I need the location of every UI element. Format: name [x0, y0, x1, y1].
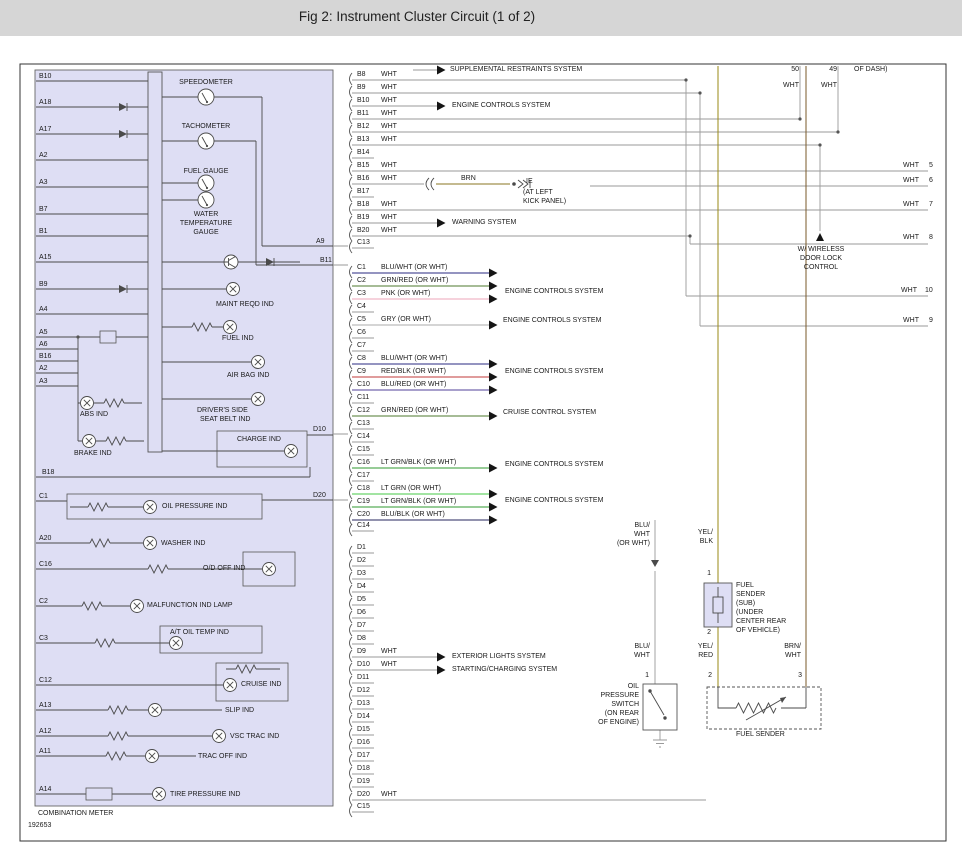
- fuel-gauge-icon: [198, 175, 214, 191]
- transistor-icon: [224, 255, 238, 269]
- fuel-sender-sub: [704, 583, 732, 627]
- wiring-diagram: [0, 0, 962, 848]
- water-temp-gauge-icon: [198, 192, 214, 208]
- screenshot-root: Fig 2: Instrument Cluster Circuit (1 of …: [0, 0, 962, 848]
- speedometer-icon: [198, 89, 214, 105]
- page: { "title": "Fig 2: Instrument Cluster Ci…: [0, 0, 962, 848]
- meter-bus-bar: [148, 72, 162, 452]
- oil-pressure-switch: [643, 684, 677, 730]
- tachometer-icon: [198, 133, 214, 149]
